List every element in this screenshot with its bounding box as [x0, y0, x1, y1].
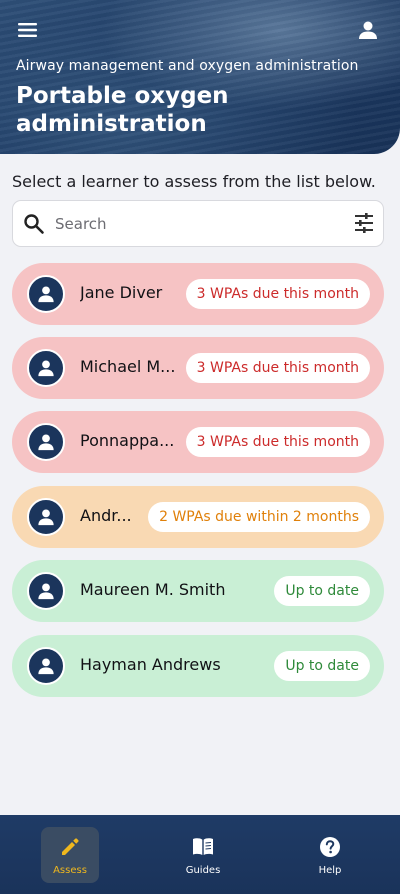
search-bar [12, 200, 384, 247]
header-banner: Airway management and oxygen administrat… [0, 0, 400, 154]
avatar [27, 572, 65, 610]
learner-card[interactable]: Ponnappa... 3 WPAs due this month [12, 411, 384, 473]
menu-button[interactable] [14, 16, 42, 44]
nav-label: Guides [185, 865, 221, 876]
person-icon [38, 583, 54, 600]
bottom-navigation: Assess Guides Help [0, 815, 400, 894]
learner-name: Michael M... [80, 357, 176, 376]
search-icon [24, 214, 44, 234]
person-icon [38, 509, 54, 526]
section-subtitle: Airway management and oxygen administrat… [16, 58, 359, 74]
learner-name: Jane Diver [80, 283, 163, 302]
nav-assess[interactable]: Assess [41, 827, 99, 883]
avatar [27, 498, 65, 536]
nav-label: Help [318, 865, 342, 876]
help-circle-icon [320, 837, 340, 857]
learner-name: Maureen M. Smith [80, 580, 226, 599]
status-badge: 3 WPAs due this month [185, 427, 370, 457]
nav-label: Assess [53, 865, 87, 876]
learner-name: Andr... [80, 506, 132, 525]
status-badge: 3 WPAs due this month [185, 279, 370, 309]
avatar [27, 349, 65, 387]
learner-card[interactable]: Maureen M. Smith Up to date [12, 560, 384, 622]
nav-guides[interactable]: Guides [174, 827, 232, 883]
status-badge: 3 WPAs due this month [185, 353, 370, 383]
learner-card[interactable]: Jane Diver 3 WPAs due this month [12, 263, 384, 325]
learner-name: Hayman Andrews [80, 655, 221, 674]
status-badge: 2 WPAs due within 2 months [148, 502, 370, 532]
learner-card[interactable]: Hayman Andrews Up to date [12, 635, 384, 697]
avatar [27, 423, 65, 461]
learner-card[interactable]: Andr... 2 WPAs due within 2 months [12, 486, 384, 548]
account-icon [359, 21, 377, 39]
search-input[interactable] [55, 211, 335, 237]
learner-card[interactable]: Michael M... 3 WPAs due this month [12, 337, 384, 399]
person-icon [38, 658, 54, 675]
status-badge: Up to date [274, 576, 370, 606]
instruction-text: Select a learner to assess from the list… [12, 172, 376, 191]
learner-name: Ponnappa... [80, 431, 175, 450]
person-icon [38, 360, 54, 377]
person-icon [38, 434, 54, 451]
filter-sliders-icon[interactable] [353, 212, 375, 234]
book-icon [193, 838, 213, 855]
menu-icon [18, 23, 37, 37]
avatar [27, 647, 65, 685]
person-icon [38, 286, 54, 303]
nav-help[interactable]: Help [301, 827, 359, 883]
pencil-icon [62, 838, 79, 855]
account-button[interactable] [354, 16, 382, 44]
avatar [27, 275, 65, 313]
status-badge: Up to date [274, 651, 370, 681]
app-screen: Airway management and oxygen administrat… [0, 0, 400, 894]
page-title: Portable oxygen administration [16, 83, 229, 137]
